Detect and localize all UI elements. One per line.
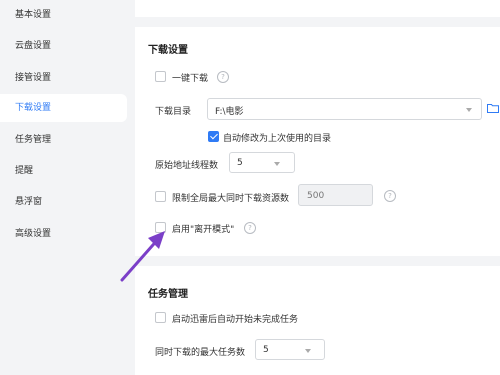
annotation-arrow	[120, 231, 165, 282]
